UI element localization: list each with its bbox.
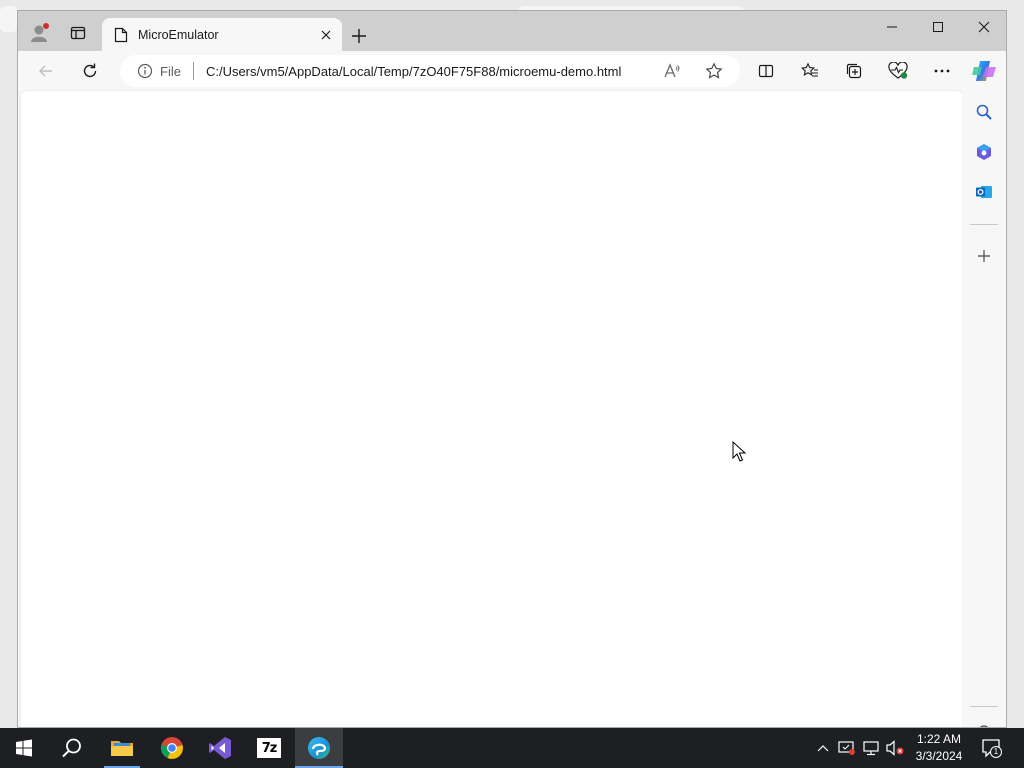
read-aloud-button[interactable] [660, 61, 684, 81]
search-button[interactable] [48, 728, 96, 768]
arrow-left-icon [39, 65, 52, 77]
browser-toolbar: File C:/Users/vm5/AppData/Local/Temp/7zO… [18, 51, 1006, 91]
close-icon [321, 30, 331, 40]
taskbar-visual-studio[interactable] [196, 728, 244, 768]
plus-icon [352, 29, 366, 43]
notification-count: 1 [993, 747, 999, 756]
tray-security-icon-button[interactable] [836, 728, 858, 768]
taskbar-7zip[interactable]: 7z [245, 728, 293, 768]
settings-more-button[interactable] [927, 56, 957, 86]
sidebar-m365-button[interactable] [968, 136, 1000, 168]
tab-actions-button[interactable] [62, 17, 94, 49]
show-hidden-icons-button[interactable] [812, 728, 834, 768]
minimize-icon [887, 26, 897, 28]
maximize-icon [933, 22, 943, 32]
search-icon [62, 738, 81, 758]
address-bar[interactable]: File C:/Users/vm5/AppData/Local/Temp/7zO… [120, 55, 740, 87]
taskbar: 7z 1:22 AM 3/3/2024 1 [0, 728, 1024, 768]
monitor-alert-icon [838, 741, 855, 755]
sidebar-outlook-button[interactable] [968, 176, 1000, 208]
sidebar-divider [970, 224, 998, 225]
heart-pulse-icon [888, 62, 908, 79]
collections-icon [846, 63, 862, 79]
more-icon [934, 69, 950, 73]
browser-window: MicroEmulator File C:/Users/vm5/AppData/… [17, 10, 1007, 728]
sidebar-search-button[interactable] [968, 96, 1000, 128]
background-window-tab [0, 6, 18, 32]
favorites-button[interactable] [795, 56, 825, 86]
address-divider [192, 62, 194, 80]
7zip-icon-label: 7z [261, 740, 278, 756]
notification-badge: 1 [990, 746, 1002, 758]
refresh-icon [83, 63, 97, 78]
back-button[interactable] [31, 56, 61, 86]
edge-icon [308, 737, 330, 759]
star-icon [705, 62, 723, 79]
maximize-button[interactable] [915, 11, 961, 43]
collections-button[interactable] [839, 56, 869, 86]
outlook-icon [976, 186, 992, 198]
edge-sidebar [962, 91, 1006, 727]
windows-logo-icon [16, 739, 32, 757]
chevron-up-icon [817, 745, 829, 752]
url-text[interactable]: C:/Users/vm5/AppData/Local/Temp/7zO40F75… [206, 64, 621, 79]
taskbar-chrome[interactable] [148, 728, 196, 768]
close-icon [978, 21, 990, 33]
sidebar-divider [970, 706, 998, 707]
taskbar-file-explorer[interactable] [98, 728, 146, 768]
favorites-icon [801, 62, 818, 77]
split-screen-icon [758, 64, 774, 78]
tab-title: MicroEmulator [138, 28, 219, 42]
title-bar: MicroEmulator [18, 11, 1006, 52]
profile-button[interactable] [24, 17, 56, 49]
network-icon [863, 741, 879, 756]
taskbar-edge[interactable] [295, 728, 343, 768]
vertical-tabs-icon [70, 26, 86, 40]
folder-icon [111, 741, 133, 756]
tab-close-button[interactable] [314, 23, 338, 47]
refresh-button[interactable] [75, 56, 105, 86]
add-icon [978, 250, 990, 262]
search-icon [976, 104, 992, 120]
minimize-button[interactable] [869, 11, 915, 43]
page-content[interactable] [21, 91, 963, 727]
mouse-cursor-icon [732, 441, 746, 462]
taskbar-clock[interactable]: 1:22 AM 3/3/2024 [906, 731, 972, 765]
start-button[interactable] [0, 728, 48, 768]
tray-volume-button[interactable] [884, 728, 906, 768]
protocol-label: File [160, 63, 181, 79]
copilot-icon [972, 61, 996, 81]
info-icon [137, 63, 153, 79]
page-icon [114, 27, 128, 43]
clock-time: 1:22 AM [916, 732, 962, 746]
copilot-button[interactable] [969, 56, 999, 86]
read-aloud-icon [664, 63, 680, 78]
tab-microemulator[interactable]: MicroEmulator [102, 18, 342, 52]
profile-icon [31, 23, 49, 42]
copilot-m365-icon [977, 144, 991, 160]
clock-date: 3/3/2024 [915, 749, 963, 763]
sidebar-add-button[interactable] [968, 240, 1000, 272]
site-info-button[interactable] [136, 62, 154, 80]
split-screen-button[interactable] [751, 56, 781, 86]
tray-network-button[interactable] [860, 728, 882, 768]
sidebar-settings-button[interactable] [968, 715, 1000, 727]
7zip-icon: 7z [257, 738, 281, 758]
favorite-star-button[interactable] [702, 60, 726, 82]
notification-icon: 1 [981, 736, 1003, 760]
volume-muted-icon [886, 740, 904, 756]
chrome-icon [160, 737, 183, 759]
new-tab-button[interactable] [344, 21, 374, 51]
close-window-button[interactable] [961, 11, 1006, 43]
visual-studio-icon [209, 737, 231, 759]
browser-essentials-button[interactable] [883, 56, 913, 86]
notification-center-button[interactable]: 1 [980, 728, 1004, 768]
